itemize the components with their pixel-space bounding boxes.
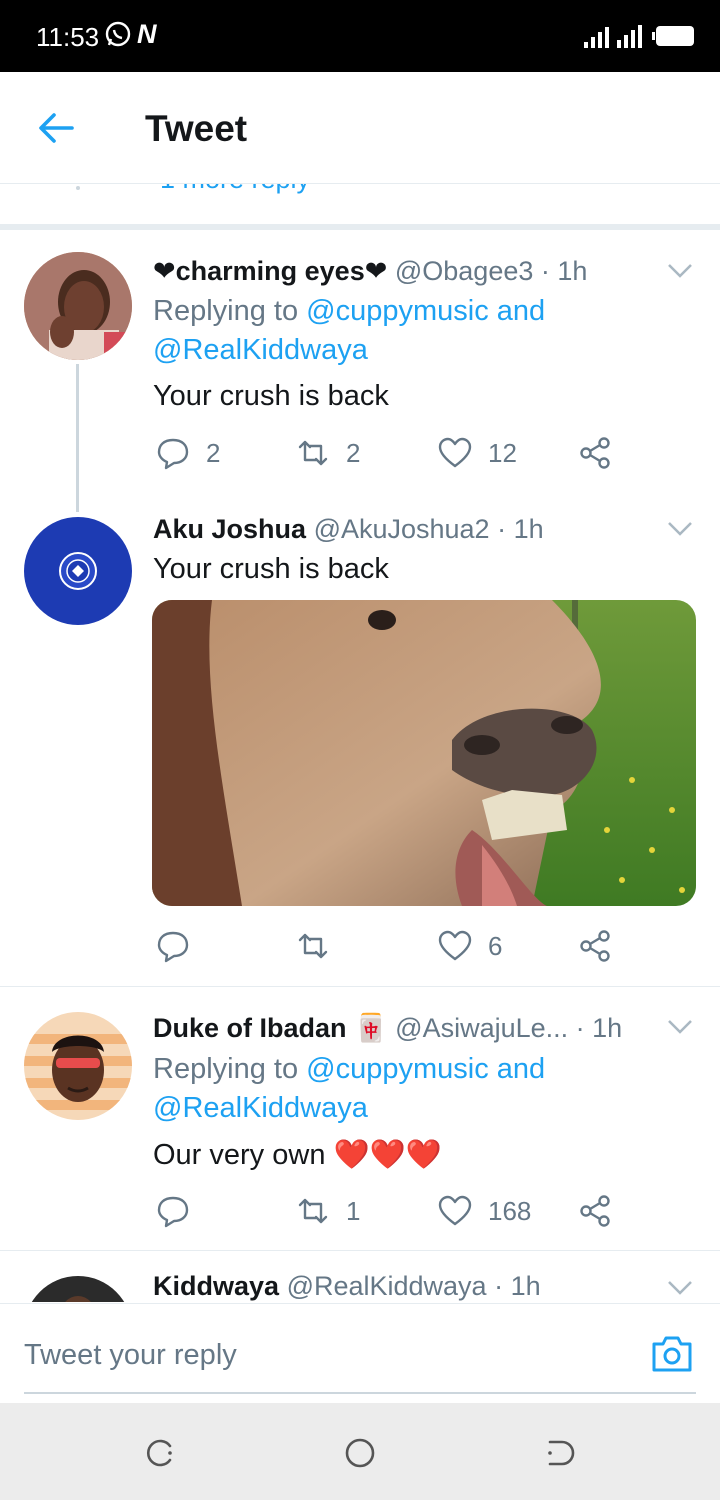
camera-icon[interactable] — [650, 1334, 694, 1374]
page-title: Tweet — [145, 108, 248, 149]
share-icon — [580, 930, 610, 962]
reply-button[interactable] — [156, 929, 206, 963]
divider — [0, 1250, 720, 1251]
signal-icon — [584, 25, 642, 48]
reply-icon — [157, 438, 189, 470]
retweet-count: 1 — [346, 1195, 361, 1226]
share-icon — [580, 1195, 610, 1227]
input-underline — [24, 1392, 696, 1394]
tweet-header: ❤charming eyes❤ @Obagee3 · 1h — [153, 256, 587, 287]
tweet-header: Kiddwaya @RealKiddwaya · 1h — [153, 1271, 541, 1302]
recent-apps-icon[interactable] — [144, 1437, 176, 1469]
reply-button[interactable] — [156, 1194, 206, 1228]
whatsapp-icon — [105, 21, 131, 47]
display-name[interactable]: ❤charming eyes❤ — [153, 256, 387, 286]
handle: @RealKiddwaya — [286, 1271, 487, 1301]
timestamp: · 1h — [575, 1013, 623, 1043]
retweet-icon — [298, 1198, 328, 1224]
share-button[interactable] — [578, 436, 612, 470]
tweet-text: Your crush is back — [153, 380, 389, 412]
reply-button[interactable]: 2 — [156, 436, 220, 470]
status-bar: 11:53 N — [0, 0, 720, 72]
mention-link[interactable]: @cuppymusic and — [306, 1053, 545, 1085]
mention-link[interactable]: @RealKiddwaya — [153, 1092, 368, 1124]
mention-link[interactable]: @RealKiddwaya — [153, 334, 368, 366]
retweet-button[interactable]: 2 — [296, 436, 360, 470]
more-replies-link[interactable]: 1 more reply — [160, 184, 310, 195]
retweet-button[interactable]: 1 — [296, 1194, 360, 1228]
replying-to: Replying to @cuppymusic and @RealKiddway… — [153, 1050, 545, 1128]
system-nav-bar — [0, 1403, 720, 1500]
heart-icon — [438, 1195, 472, 1226]
like-count: 6 — [488, 930, 503, 961]
battery-icon — [652, 26, 694, 46]
back-nav-icon[interactable] — [544, 1437, 576, 1469]
chevron-down-icon[interactable] — [666, 262, 694, 280]
replying-prefix: Replying to — [153, 1053, 307, 1085]
like-button[interactable]: 6 — [438, 929, 502, 963]
display-name[interactable]: Kiddwaya — [153, 1271, 279, 1301]
reply-icon — [157, 931, 189, 963]
timestamp: · 1h — [540, 256, 588, 286]
like-button[interactable]: 168 — [438, 1194, 531, 1228]
section-divider — [0, 224, 720, 230]
heart-icon — [438, 437, 472, 468]
reply-count: 2 — [206, 437, 221, 468]
tweet-text: Our very own ❤️❤️❤️ — [153, 1139, 442, 1171]
avatar[interactable] — [24, 1012, 132, 1120]
mention-link[interactable]: @cuppymusic and — [306, 295, 545, 327]
avatar[interactable] — [24, 1276, 132, 1302]
replying-to: Replying to @cuppymusic and @RealKiddway… — [153, 292, 545, 370]
notification-n-icon: N — [137, 19, 157, 49]
handle: @AsiwajuLe... — [395, 1013, 569, 1043]
tweet-header: Duke of Ibadan 🀄 @AsiwajuLe... · 1h — [153, 1012, 622, 1044]
tweet-text: Your crush is back — [153, 553, 389, 585]
retweet-count: 2 — [346, 437, 361, 468]
handle: @Obagee3 — [394, 256, 534, 286]
reply-composer[interactable]: Tweet your reply — [0, 1303, 720, 1404]
replying-prefix: Replying to — [153, 295, 307, 327]
thread-line — [76, 364, 79, 512]
status-time: 11:53 — [36, 22, 100, 52]
like-button[interactable]: 12 — [438, 436, 517, 470]
tweet-header: Aku Joshua @AkuJoshua2 · 1h — [153, 514, 544, 545]
like-count: 12 — [488, 437, 517, 468]
chevron-down-icon[interactable] — [666, 520, 694, 538]
tweet-media-image[interactable] — [152, 600, 696, 906]
chevron-down-icon[interactable] — [666, 1279, 694, 1297]
share-button[interactable] — [578, 929, 612, 963]
retweet-icon — [298, 440, 328, 466]
app-bar: Tweet — [0, 72, 720, 184]
avatar[interactable] — [24, 517, 132, 625]
timestamp: · 1h — [494, 1271, 541, 1301]
display-name[interactable]: Aku Joshua — [153, 514, 306, 544]
reply-input[interactable]: Tweet your reply — [24, 1339, 237, 1372]
heart-icon — [438, 930, 472, 961]
chevron-down-icon[interactable] — [666, 1018, 694, 1036]
timestamp: · 1h — [497, 514, 544, 544]
retweet-icon — [298, 933, 328, 959]
share-icon — [580, 437, 610, 469]
handle: @AkuJoshua2 — [313, 514, 490, 544]
reply-icon — [157, 1196, 189, 1228]
reply-list[interactable]: 1 more reply ❤charming eyes❤ @Obagee3 · … — [0, 184, 720, 1302]
retweet-button[interactable] — [296, 929, 346, 963]
home-icon[interactable] — [344, 1437, 376, 1469]
avatar[interactable] — [24, 252, 132, 360]
back-arrow-icon[interactable] — [36, 110, 76, 146]
thread-dot — [76, 186, 80, 190]
display-name[interactable]: Duke of Ibadan 🀄 — [153, 1013, 388, 1043]
divider — [0, 986, 720, 987]
share-button[interactable] — [578, 1194, 612, 1228]
like-count: 168 — [488, 1195, 532, 1226]
